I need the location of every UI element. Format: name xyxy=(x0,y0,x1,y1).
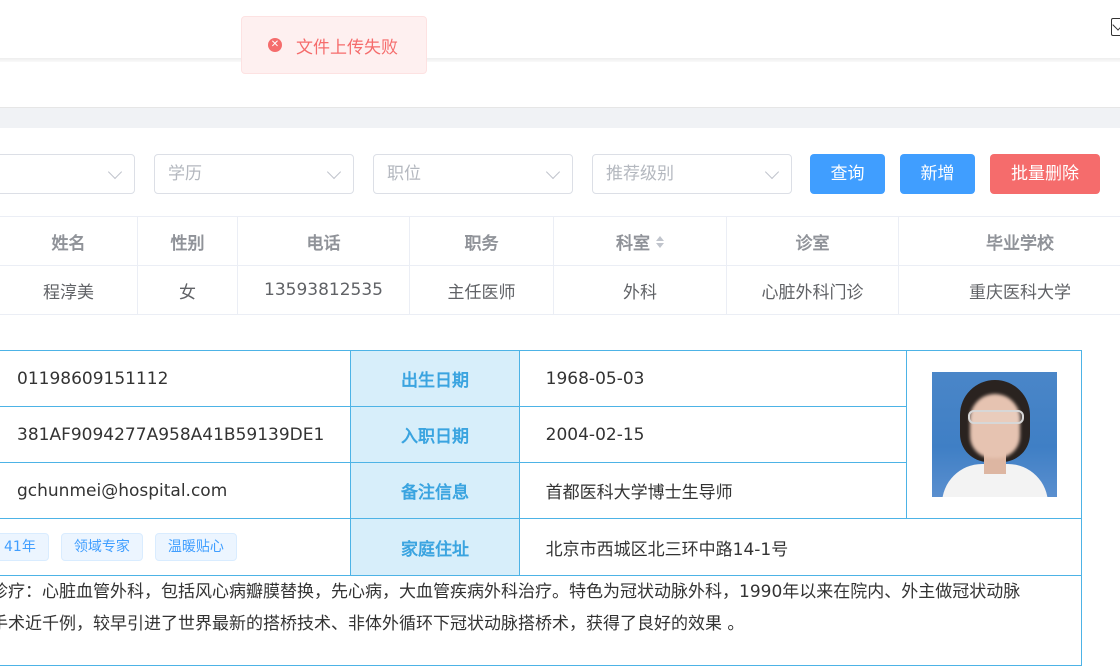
add-button[interactable]: 新增 xyxy=(900,154,975,194)
header-department[interactable]: 科室 xyxy=(554,217,727,266)
header-phone: 电话 xyxy=(238,217,410,266)
header-department-label: 科室 xyxy=(616,234,650,254)
filter-placeholder: 学历 xyxy=(168,164,202,184)
recommend-level-select[interactable]: 推荐级别 xyxy=(592,154,792,194)
chevron-down-icon xyxy=(545,164,561,180)
tabs-bar xyxy=(0,58,1120,62)
toast-message: 文件上传失败 xyxy=(296,37,398,58)
batch-delete-button[interactable]: 批量删除 xyxy=(990,154,1100,194)
header-gender: 性别 xyxy=(138,217,238,266)
query-button[interactable]: 查询 xyxy=(810,154,885,194)
tags-cell: 41年 领域专家 温暖贴心 xyxy=(0,518,352,576)
hire-value: 2004-02-15 xyxy=(518,406,908,463)
cell-clinic: 心脏外科门诊 xyxy=(727,266,899,314)
address-label: 家庭住址 xyxy=(350,518,520,576)
filter-select-1[interactable] xyxy=(0,154,135,194)
bio-line: 手术近千例，较早引进了世界最新的搭桥技术、非体外循环下冠状动脉搭桥术，获得了良好… xyxy=(0,614,745,634)
cell-gender: 女 xyxy=(138,266,238,314)
chevron-down-icon xyxy=(764,164,780,180)
note-label: 备注信息 xyxy=(350,462,520,519)
top-header xyxy=(0,0,1120,108)
note-value: 首都医科大学博士生导师 xyxy=(518,462,908,519)
bio-cell: 诊疗：心脏血管外科，包括风心病瓣膜替换，先心病，大血管疾病外科治疗。特色为冠状动… xyxy=(0,575,1082,666)
education-select[interactable]: 学历 xyxy=(154,154,354,194)
hire-label: 入职日期 xyxy=(350,406,520,463)
birth-value: 1968-05-03 xyxy=(518,350,908,407)
table-row[interactable]: 程淳美 女 13593812535 主任医师 外科 心脏外科门诊 重庆医科大学 xyxy=(0,265,1120,315)
bio-line: 诊疗：心脏血管外科，包括风心病瓣膜替换，先心病，大血管疾病外科治疗。特色为冠状动… xyxy=(0,582,1021,602)
photo-cell xyxy=(906,350,1082,519)
tag: 温暖贴心 xyxy=(154,533,237,561)
address-value: 北京市西城区北三环中路14-1号 xyxy=(518,518,1083,576)
sort-icon[interactable] xyxy=(656,235,664,248)
position-select[interactable]: 职位 xyxy=(373,154,573,194)
birth-label: 出生日期 xyxy=(350,350,520,407)
cell-name: 程淳美 xyxy=(0,266,138,314)
header-clinic: 诊室 xyxy=(727,217,899,266)
error-circle-icon: ✕ xyxy=(268,38,282,52)
cell-phone: 13593812535 xyxy=(238,266,410,314)
tag: 41年 xyxy=(0,533,49,561)
id-number-value: 01198609151112 xyxy=(0,350,352,407)
doctor-detail-panel: 01198609151112 出生日期 1968-05-03 381AF9094… xyxy=(0,350,1083,666)
window-icon[interactable] xyxy=(1111,18,1120,36)
chevron-down-icon xyxy=(107,164,123,180)
doctor-photo xyxy=(931,372,1057,497)
filter-placeholder: 职位 xyxy=(387,164,421,184)
chevron-down-icon xyxy=(326,164,342,180)
email-value: gchunmei@hospital.com xyxy=(0,462,352,519)
tag: 领域专家 xyxy=(60,533,143,561)
table-header: 姓名 性别 电话 职务 科室 诊室 毕业学校 xyxy=(0,216,1120,266)
cell-title: 主任医师 xyxy=(410,266,554,314)
cell-school: 重庆医科大学 xyxy=(969,282,1071,303)
hash-value: 381AF9094277A958A41B59139DE1 xyxy=(0,406,352,463)
content-gap xyxy=(0,108,1120,128)
header-name: 姓名 xyxy=(0,217,138,266)
filter-placeholder: 推荐级别 xyxy=(606,164,674,184)
error-toast: ✕ 文件上传失败 xyxy=(241,16,427,74)
header-school: 毕业学校 xyxy=(986,234,1054,254)
header-title: 职务 xyxy=(410,217,554,266)
cell-department: 外科 xyxy=(554,266,727,314)
